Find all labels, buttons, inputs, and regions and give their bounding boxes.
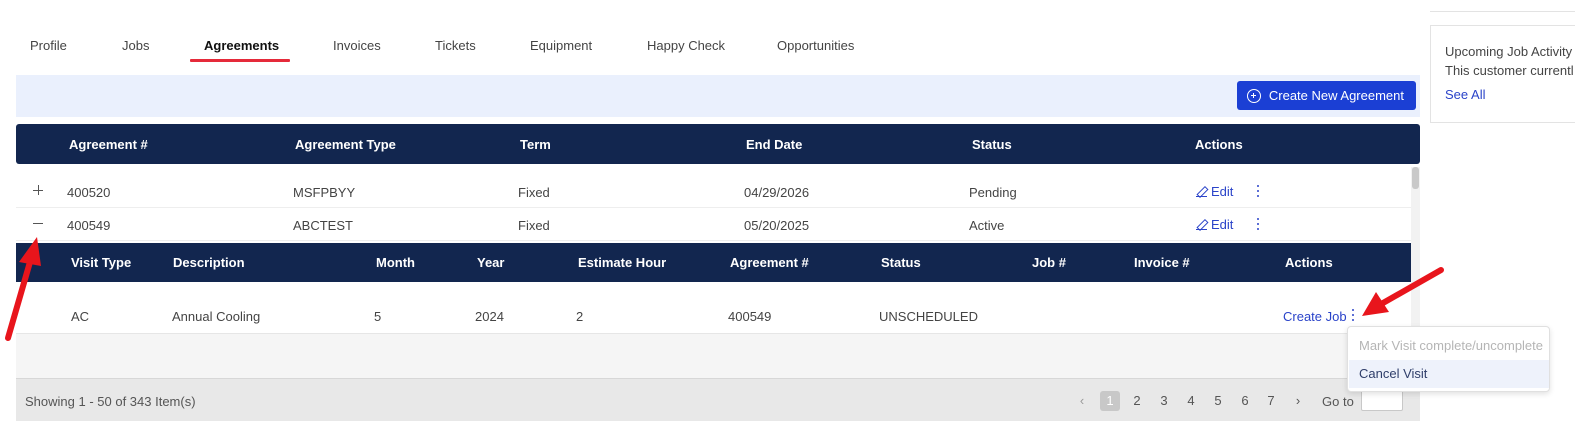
- more-options-icon[interactable]: [1254, 185, 1262, 199]
- agreements-header: Agreement # Agreement Type Term End Date…: [16, 124, 1420, 164]
- tab-tickets[interactable]: Tickets: [435, 38, 476, 53]
- page-7[interactable]: 7: [1261, 391, 1281, 411]
- table-row: 400549 ABCTEST Fixed 05/20/2025 Active E…: [16, 208, 1411, 241]
- table-row: 400520 MSFPBYY Fixed 04/29/2026 Pending …: [16, 175, 1411, 208]
- side-card-text: This customer currentl: [1445, 63, 1574, 78]
- col-description[interactable]: Description: [173, 255, 245, 270]
- pagination-bar: Showing 1 - 50 of 343 Item(s) ‹ 1 2 3 4 …: [16, 378, 1420, 421]
- tab-equipment[interactable]: Equipment: [530, 38, 592, 53]
- expand-row-icon[interactable]: [32, 184, 44, 196]
- col-invoice-number[interactable]: Invoice #: [1134, 255, 1190, 270]
- col-year[interactable]: Year: [477, 255, 504, 270]
- edit-button[interactable]: Edit: [1196, 184, 1233, 199]
- agreement-type: MSFPBYY: [293, 185, 356, 200]
- collapse-row-icon[interactable]: [32, 217, 44, 229]
- col-job-number[interactable]: Job #: [1032, 255, 1066, 270]
- visit-year: 2024: [475, 309, 504, 324]
- active-tab-indicator: [190, 59, 290, 62]
- mark-visit-complete-item: Mark Visit complete/uncomplete: [1359, 338, 1544, 353]
- create-new-agreement-button[interactable]: Create New Agreement: [1236, 81, 1416, 110]
- col-visit-type[interactable]: Visit Type: [71, 255, 131, 270]
- col-status[interactable]: Status: [972, 137, 1012, 152]
- agreement-number: 400549: [67, 218, 111, 233]
- pencil-icon: [1196, 186, 1207, 197]
- pagination-summary: Showing 1 - 50 of 343 Item(s): [25, 394, 196, 409]
- col-estimate-hour[interactable]: Estimate Hour: [578, 255, 666, 270]
- tab-jobs[interactable]: Jobs: [122, 38, 149, 53]
- tab-agreements[interactable]: Agreements: [204, 38, 279, 53]
- goto-page-input[interactable]: [1361, 389, 1403, 411]
- scrollbar-thumb[interactable]: [1412, 167, 1419, 189]
- upcoming-job-activity-card: Upcoming Job Activity This customer curr…: [1430, 25, 1575, 123]
- visit-month: 5: [374, 309, 382, 324]
- visit-estimate-hour: 2: [576, 309, 584, 324]
- tab-profile[interactable]: Profile: [30, 38, 67, 53]
- page-3[interactable]: 3: [1154, 391, 1174, 411]
- tab-opportunities[interactable]: Opportunities: [777, 38, 854, 53]
- edit-label: Edit: [1211, 217, 1234, 232]
- visit-more-options-icon[interactable]: [1349, 309, 1357, 323]
- next-page-icon[interactable]: ›: [1288, 391, 1308, 411]
- agreement-end-date: 05/20/2025: [744, 218, 810, 233]
- visit-context-menu: Mark Visit complete/uncomplete Cancel Vi…: [1347, 326, 1550, 392]
- col-end-date[interactable]: End Date: [746, 137, 802, 152]
- col-agreement-number[interactable]: Agreement #: [730, 255, 809, 270]
- agreements-toolbar: Create New Agreement: [16, 75, 1420, 117]
- page-1[interactable]: 1: [1100, 391, 1120, 411]
- visit-type: AC: [71, 309, 90, 324]
- agreement-term: Fixed: [518, 218, 550, 233]
- more-options-icon[interactable]: [1254, 218, 1262, 232]
- pencil-icon: [1196, 219, 1207, 230]
- see-all-link[interactable]: See All: [1445, 87, 1485, 102]
- visits-header: Visit Type Description Month Year Estima…: [16, 243, 1411, 282]
- prev-page-icon[interactable]: ‹: [1072, 391, 1092, 411]
- tab-invoices[interactable]: Invoices: [333, 38, 381, 53]
- col-agreement-number[interactable]: Agreement #: [69, 137, 148, 152]
- agreement-status: Active: [969, 218, 1005, 233]
- tab-happy-check[interactable]: Happy Check: [647, 38, 725, 53]
- plus-circle-icon: [1246, 88, 1261, 103]
- page-2[interactable]: 2: [1127, 391, 1147, 411]
- agreement-type: ABCTEST: [293, 218, 353, 233]
- page-4[interactable]: 4: [1181, 391, 1201, 411]
- visit-description: Annual Cooling: [172, 309, 261, 324]
- create-job-link[interactable]: Create Job: [1283, 309, 1347, 324]
- page-6[interactable]: 6: [1235, 391, 1255, 411]
- goto-label: Go to: [1322, 394, 1354, 409]
- tab-bar: Profile Jobs Agreements Invoices Tickets…: [16, 28, 1420, 64]
- visit-row: AC Annual Cooling 5 2024 2 400549 UNSCHE…: [16, 298, 1395, 334]
- side-card-title: Upcoming Job Activity: [1445, 44, 1573, 59]
- side-card-top: [1430, 0, 1575, 12]
- agreement-status: Pending: [969, 185, 1017, 200]
- col-visit-status[interactable]: Status: [881, 255, 921, 270]
- edit-label: Edit: [1211, 184, 1234, 199]
- visit-status: UNSCHEDULED: [879, 309, 978, 324]
- cancel-visit-item[interactable]: Cancel Visit: [1349, 360, 1549, 388]
- edit-button[interactable]: Edit: [1196, 217, 1233, 232]
- col-term[interactable]: Term: [520, 137, 551, 152]
- agreement-number: 400520: [67, 185, 111, 200]
- visits-empty-area: [16, 334, 1395, 378]
- create-new-agreement-label: Create New Agreement: [1268, 88, 1404, 103]
- visit-agreement-number: 400549: [728, 309, 772, 324]
- col-month[interactable]: Month: [376, 255, 415, 270]
- col-visit-actions: Actions: [1285, 255, 1333, 270]
- col-actions: Actions: [1195, 137, 1243, 152]
- page-5[interactable]: 5: [1208, 391, 1228, 411]
- col-agreement-type[interactable]: Agreement Type: [295, 137, 396, 152]
- agreement-end-date: 04/29/2026: [744, 185, 810, 200]
- agreement-term: Fixed: [518, 185, 550, 200]
